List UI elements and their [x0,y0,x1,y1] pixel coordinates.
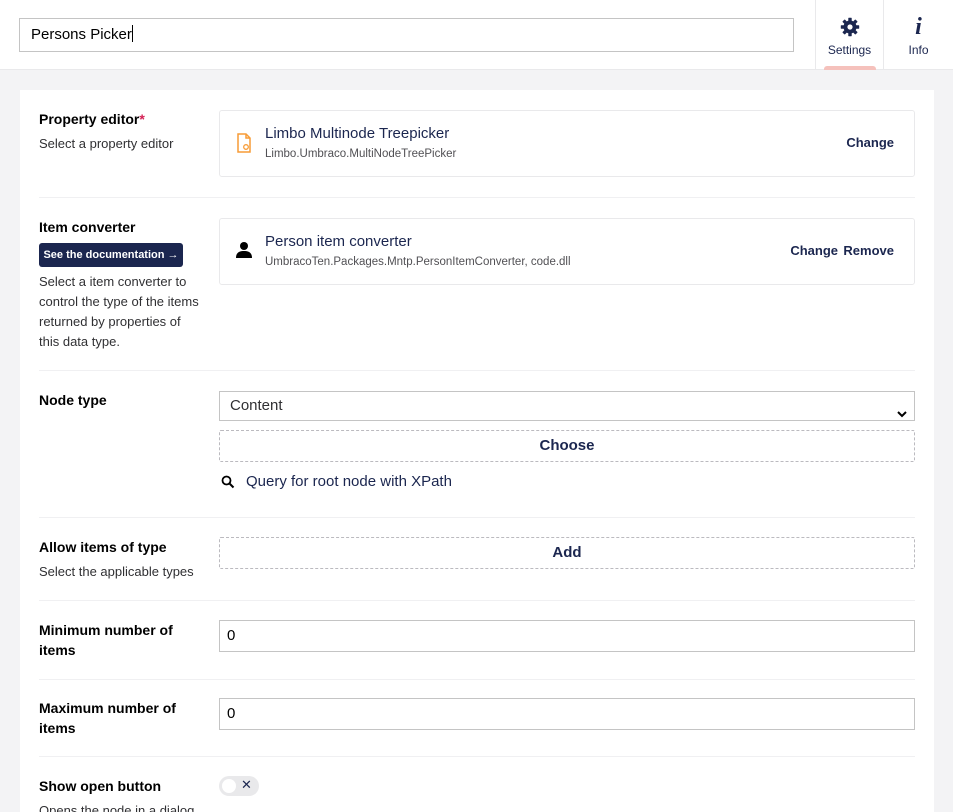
tab-settings-label: Settings [827,43,872,57]
divider [39,370,915,371]
show-open-button-label: Show open button [39,778,162,794]
property-editor-card: Limbo Multinode Treepicker Limbo.Umbraco… [219,110,915,177]
gear-icon [840,16,860,38]
change-property-editor-button[interactable]: Change [846,135,894,150]
max-items-input[interactable]: 0 [219,698,915,730]
show-open-button-description: Opens the node in a dialog [39,803,195,812]
property-editor-name: Limbo Multinode Treepicker [265,125,450,142]
name-input-value: Persons Picker [31,26,132,43]
min-items-label-line-1: Minimum number of [39,622,173,638]
info-icon: i [915,14,922,40]
item-converter-description-line-2: control the type of the items [39,294,199,309]
max-items-label-line-2: items [39,720,76,736]
add-item-type-button[interactable]: Add [219,537,915,569]
item-converter-card: Person item converter UmbracoTen.Package… [219,218,915,285]
tab-info[interactable]: i Info [884,0,953,70]
toggle-knob [222,779,236,793]
node-type-select[interactable]: Content [219,391,915,421]
remove-item-converter-button[interactable]: Remove [843,243,894,258]
min-items-input[interactable]: 0 [219,620,915,652]
search-icon [221,475,235,493]
allow-items-label: Allow items of type [39,539,167,555]
item-converter-name: Person item converter [265,233,412,250]
property-editor-label-text: Property editor [39,111,140,127]
close-icon: ✕ [241,777,252,792]
item-converter-description-line-4: this data type. [39,334,120,349]
tab-info-label: Info [908,43,929,57]
node-type-label: Node type [39,392,107,408]
active-tab-indicator [824,66,876,70]
text-caret [131,25,133,42]
chevron-down-icon [896,401,908,429]
name-input[interactable]: Persons Picker [19,18,794,52]
tab-settings[interactable]: Settings [815,0,884,70]
property-editor-description: Select a property editor [39,136,174,151]
editor-header: Persons Picker Settings i Info [0,0,953,70]
item-converter-description-line-3: returned by properties of [39,314,181,329]
item-converter-alias: UmbracoTen.Packages.Mntp.PersonItemConve… [265,256,571,268]
item-converter-description-line-1: Select a item converter to [39,274,187,289]
divider [39,517,915,518]
required-marker: * [139,111,145,127]
divider [39,756,915,757]
document-icon [236,133,252,158]
settings-panel: Property editor* Select a property edito… [20,90,934,812]
property-editor-label: Property editor* [39,109,145,129]
property-editor-alias: Limbo.Umbraco.MultiNodeTreePicker [265,148,457,160]
change-item-converter-button[interactable]: Change [790,243,838,258]
min-items-label-line-2: items [39,642,76,658]
query-xpath-label: Query for root node with XPath [246,473,452,490]
allow-items-description: Select the applicable types [39,564,194,579]
see-documentation-button[interactable]: See the documentation → [39,243,183,267]
node-type-selected-value: Content [230,397,283,414]
show-open-button-toggle[interactable]: ✕ [219,776,259,796]
max-items-label-line-1: Maximum number of [39,700,176,716]
divider [39,679,915,680]
item-converter-label: Item converter [39,219,136,235]
divider [39,197,915,198]
user-icon [235,241,253,264]
choose-node-button[interactable]: Choose [219,430,915,462]
divider [39,600,915,601]
